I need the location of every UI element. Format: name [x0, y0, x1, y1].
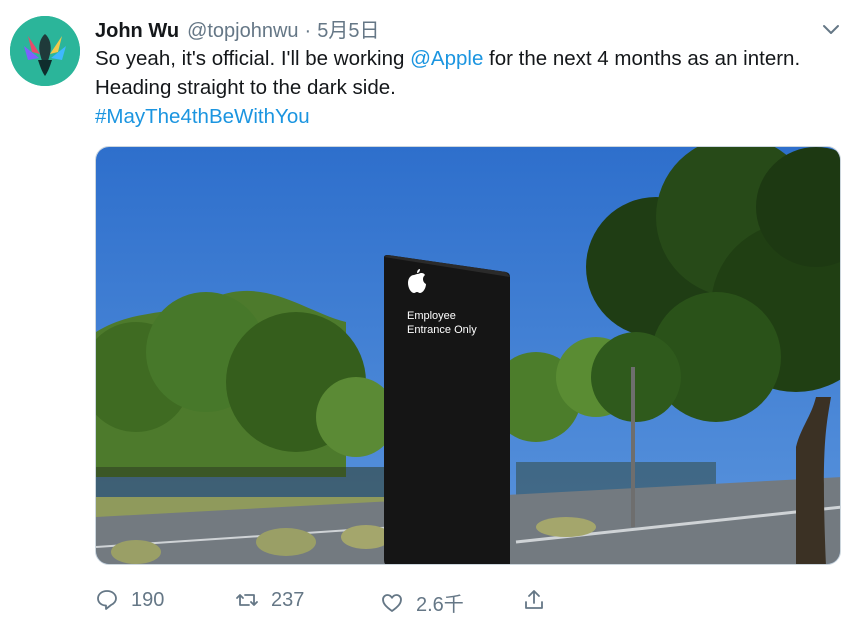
avatar[interactable] [10, 16, 80, 86]
retweet-count: 237 [271, 588, 305, 611]
mention-link[interactable]: @Apple [410, 47, 483, 70]
tweet-date[interactable]: 5月5日 [317, 14, 379, 43]
tweet-header: John Wu @topjohnwu · 5月5日 [95, 14, 379, 42]
chevron-down-icon[interactable] [820, 20, 842, 38]
author-name[interactable]: John Wu [95, 20, 179, 43]
reply-button[interactable]: 190 [95, 588, 164, 612]
author-handle[interactable]: @topjohnwu [187, 20, 298, 43]
separator-dot: · [304, 20, 312, 42]
tweet-actions: 190 237 2.6千 [95, 588, 655, 618]
reply-icon [97, 590, 117, 610]
tweet-text: So yeah, it's official. I'll be working … [95, 44, 840, 131]
like-button[interactable]: 2.6千 [380, 588, 464, 617]
tweet-text-part1: So yeah, it's official. I'll be working [95, 47, 411, 70]
sign-line1: Employee [407, 310, 456, 322]
reply-count: 190 [131, 588, 165, 611]
retweet-icon [236, 594, 258, 606]
share-icon [525, 590, 543, 609]
apple-park-photo: Employee Entrance Only [96, 147, 840, 564]
like-icon [382, 593, 402, 612]
magisk-logo-icon [10, 16, 80, 86]
retweet-button[interactable]: 237 [235, 588, 304, 612]
tweet-photo[interactable]: Employee Entrance Only [95, 146, 841, 565]
hashtag-link[interactable]: #MayThe4thBeWithYou [95, 105, 310, 128]
like-count: 2.6千 [416, 594, 464, 616]
sign-line2: Entrance Only [407, 324, 477, 336]
share-button[interactable] [522, 588, 558, 612]
